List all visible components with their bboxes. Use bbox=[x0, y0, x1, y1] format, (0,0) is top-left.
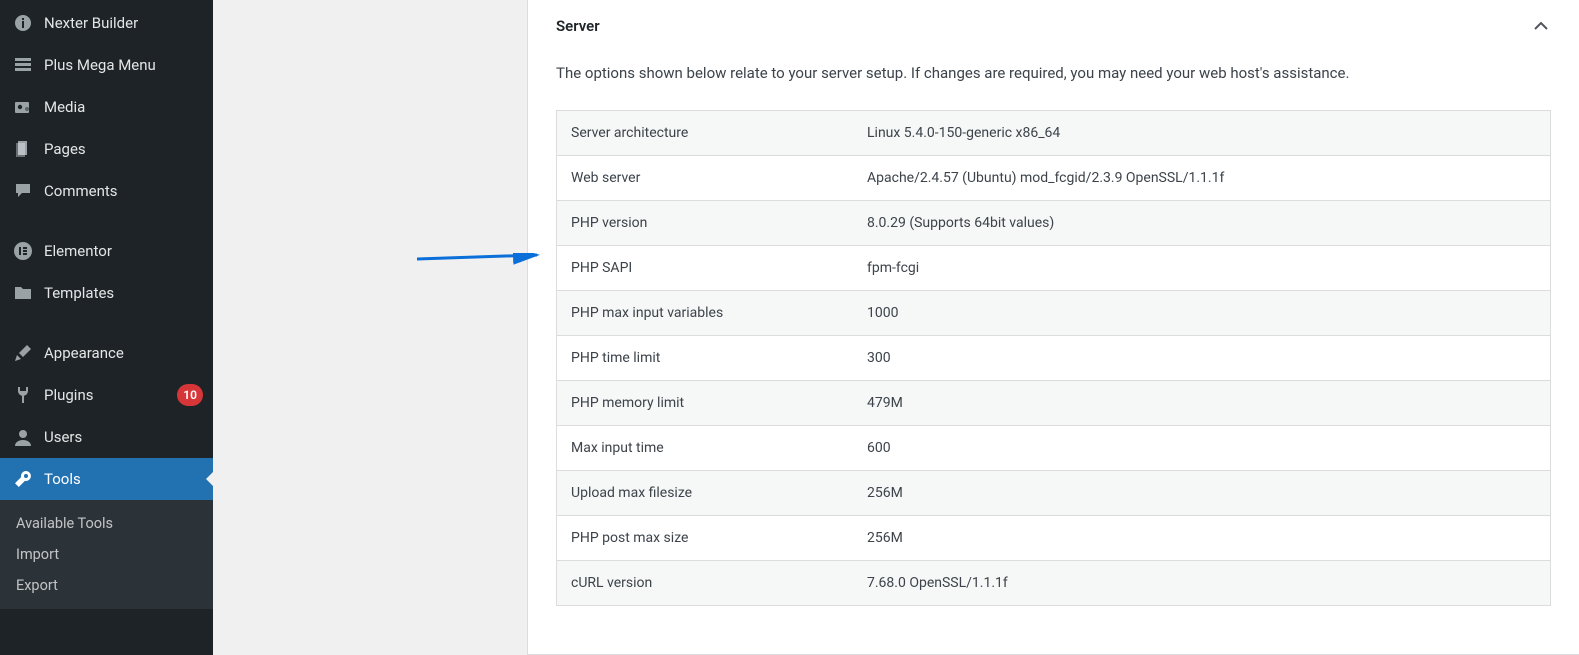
folder-icon bbox=[12, 282, 34, 304]
grid-icon bbox=[12, 54, 34, 76]
row-label: Max input time bbox=[557, 426, 853, 470]
tools-submenu: Available Tools Import Export bbox=[0, 500, 213, 609]
submenu-available-tools[interactable]: Available Tools bbox=[0, 508, 213, 539]
sidebar-item-appearance[interactable]: Appearance bbox=[0, 332, 213, 374]
row-value: 600 bbox=[853, 426, 1550, 470]
sidebar-item-label: Appearance bbox=[44, 344, 203, 362]
sidebar-item-comments[interactable]: Comments bbox=[0, 170, 213, 212]
server-info-table: Server architecture Linux 5.4.0-150-gene… bbox=[556, 110, 1551, 606]
sidebar-item-label: Users bbox=[44, 428, 203, 446]
sidebar-item-elementor[interactable]: Elementor bbox=[0, 230, 213, 272]
table-row: Upload max filesize 256M bbox=[557, 471, 1550, 516]
server-info-panel: Server The options shown below relate to… bbox=[527, 0, 1579, 655]
row-value: 7.68.0 OpenSSL/1.1.1f bbox=[853, 561, 1550, 605]
row-value: 8.0.29 (Supports 64bit values) bbox=[853, 201, 1550, 245]
table-row: PHP SAPI fpm-fcgi bbox=[557, 246, 1550, 291]
section-title: Server bbox=[556, 17, 600, 35]
content-gap bbox=[213, 0, 527, 655]
section-description: The options shown below relate to your s… bbox=[528, 64, 1579, 110]
row-label: Web server bbox=[557, 156, 853, 200]
sidebar-item-label: Plugins bbox=[44, 386, 171, 404]
update-count-badge: 10 bbox=[177, 384, 203, 406]
table-row: cURL version 7.68.0 OpenSSL/1.1.1f bbox=[557, 561, 1550, 605]
row-value: 300 bbox=[853, 336, 1550, 380]
sidebar-item-plugins[interactable]: Plugins 10 bbox=[0, 374, 213, 416]
menu-separator bbox=[0, 314, 213, 332]
sidebar-item-label: Nexter Builder bbox=[44, 14, 203, 32]
sidebar-item-label: Media bbox=[44, 98, 203, 116]
sidebar-item-label: Templates bbox=[44, 284, 203, 302]
row-label: PHP max input variables bbox=[557, 291, 853, 335]
row-label: Upload max filesize bbox=[557, 471, 853, 515]
wrench-icon bbox=[12, 468, 34, 490]
sidebar-item-label: Tools bbox=[44, 470, 203, 488]
sidebar-item-tools[interactable]: Tools bbox=[0, 458, 213, 500]
table-row: PHP time limit 300 bbox=[557, 336, 1550, 381]
annotation-arrow-icon bbox=[417, 253, 557, 283]
row-label: PHP version bbox=[557, 201, 853, 245]
row-value: 256M bbox=[853, 516, 1550, 560]
admin-sidebar: Nexter Builder Plus Mega Menu Media Page… bbox=[0, 0, 213, 655]
plug-icon bbox=[12, 384, 34, 406]
sidebar-item-nexter-builder[interactable]: Nexter Builder bbox=[0, 2, 213, 44]
row-label: PHP memory limit bbox=[557, 381, 853, 425]
sidebar-item-users[interactable]: Users bbox=[0, 416, 213, 458]
user-icon bbox=[12, 426, 34, 448]
table-row: PHP post max size 256M bbox=[557, 516, 1550, 561]
row-label: Server architecture bbox=[557, 111, 853, 155]
submenu-export[interactable]: Export bbox=[0, 570, 213, 601]
sidebar-item-label: Elementor bbox=[44, 242, 203, 260]
table-row: PHP max input variables 1000 bbox=[557, 291, 1550, 336]
sidebar-item-media[interactable]: Media bbox=[0, 86, 213, 128]
sidebar-item-label: Plus Mega Menu bbox=[44, 56, 203, 74]
row-label: PHP post max size bbox=[557, 516, 853, 560]
row-label: cURL version bbox=[557, 561, 853, 605]
brush-icon bbox=[12, 342, 34, 364]
section-header[interactable]: Server bbox=[528, 0, 1579, 64]
table-row: PHP memory limit 479M bbox=[557, 381, 1550, 426]
row-label: PHP time limit bbox=[557, 336, 853, 380]
comment-icon bbox=[12, 180, 34, 202]
table-row: Max input time 600 bbox=[557, 426, 1550, 471]
row-value: Linux 5.4.0-150-generic x86_64 bbox=[853, 111, 1550, 155]
table-row: Server architecture Linux 5.4.0-150-gene… bbox=[557, 111, 1550, 156]
elementor-icon bbox=[12, 240, 34, 262]
chevron-up-icon bbox=[1531, 16, 1551, 36]
sidebar-item-label: Pages bbox=[44, 140, 203, 158]
info-icon bbox=[12, 12, 34, 34]
row-value: 479M bbox=[853, 381, 1550, 425]
sidebar-item-pages[interactable]: Pages bbox=[0, 128, 213, 170]
row-label: PHP SAPI bbox=[557, 246, 853, 290]
row-value: 1000 bbox=[853, 291, 1550, 335]
submenu-import[interactable]: Import bbox=[0, 539, 213, 570]
camera-icon bbox=[12, 96, 34, 118]
row-value: 256M bbox=[853, 471, 1550, 515]
table-row: PHP version 8.0.29 (Supports 64bit value… bbox=[557, 201, 1550, 246]
row-value: Apache/2.4.57 (Ubuntu) mod_fcgid/2.3.9 O… bbox=[853, 156, 1550, 200]
menu-separator bbox=[0, 212, 213, 230]
sidebar-item-plus-mega-menu[interactable]: Plus Mega Menu bbox=[0, 44, 213, 86]
sidebar-item-label: Comments bbox=[44, 182, 203, 200]
table-row: Web server Apache/2.4.57 (Ubuntu) mod_fc… bbox=[557, 156, 1550, 201]
row-value: fpm-fcgi bbox=[853, 246, 1550, 290]
page-icon bbox=[12, 138, 34, 160]
sidebar-item-templates[interactable]: Templates bbox=[0, 272, 213, 314]
